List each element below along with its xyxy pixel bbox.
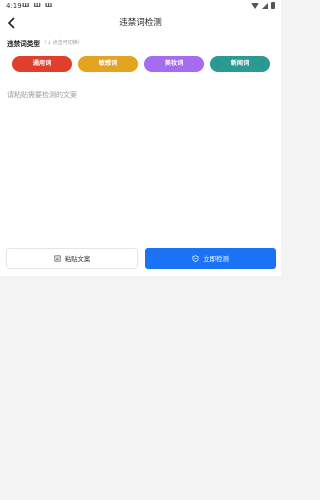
- chip-beauty[interactable]: 美妆词: [144, 56, 204, 72]
- notification-icon: ꟺ: [44, 1, 53, 9]
- text-input[interactable]: 请粘贴需要检测的文案: [7, 90, 274, 240]
- chip-general[interactable]: 通用词: [12, 56, 72, 72]
- notification-icon: ꟺ: [33, 1, 41, 9]
- clipboard-icon: [54, 255, 61, 262]
- page-title: 违禁词检测: [119, 18, 162, 28]
- check-button-label: 立即检测: [203, 255, 229, 263]
- paste-button[interactable]: 粘贴文案: [6, 248, 138, 269]
- title-bar: 违禁词检测: [0, 12, 281, 32]
- battery-icon: [271, 2, 275, 9]
- status-bar: 4:19 ꟺ ꟺ ꟺ: [0, 0, 281, 12]
- wifi-icon: [251, 2, 259, 9]
- signal-icon: [262, 2, 268, 9]
- section-hint: （↓ 点击可切换）: [42, 39, 83, 46]
- chip-news[interactable]: 新闻词: [210, 56, 270, 72]
- paste-button-label: 粘贴文案: [64, 255, 91, 263]
- system-icons: [251, 2, 275, 9]
- check-button[interactable]: 立即检测: [145, 248, 276, 269]
- section-label: 违禁词类型: [7, 40, 40, 48]
- notification-icons: ꟺ ꟺ ꟺ: [22, 1, 52, 9]
- shield-icon: [192, 255, 199, 262]
- chip-sensitive[interactable]: 敏感词: [78, 56, 138, 72]
- status-time: 4:19: [6, 2, 22, 10]
- notification-icon: ꟺ: [22, 1, 30, 9]
